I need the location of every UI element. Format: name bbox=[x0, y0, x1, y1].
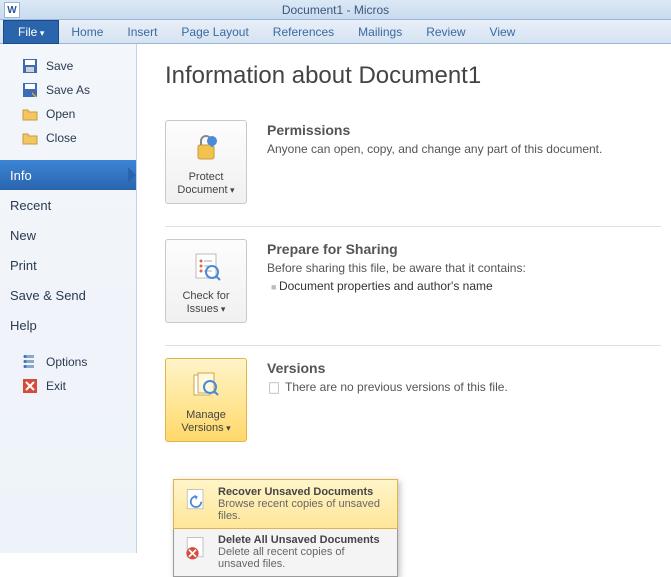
prepare-bullet: Document properties and author's name bbox=[271, 279, 661, 293]
sidebar-recent[interactable]: Recent bbox=[0, 190, 136, 220]
checklist-icon bbox=[190, 250, 222, 282]
sidebar-label: Open bbox=[46, 107, 75, 121]
sidebar-help[interactable]: Help bbox=[0, 310, 136, 340]
menu-desc: Browse recent copies of unsaved files. bbox=[218, 498, 389, 522]
sidebar-label: Help bbox=[10, 318, 37, 333]
section-permissions: ProtectDocument Permissions Anyone can o… bbox=[165, 108, 661, 226]
open-icon bbox=[22, 106, 38, 122]
tab-insert[interactable]: Insert bbox=[115, 21, 169, 43]
page-title: Information about Document1 bbox=[165, 62, 661, 90]
sidebar-label: Close bbox=[46, 131, 77, 145]
save-icon bbox=[22, 58, 38, 74]
section-title: Permissions bbox=[267, 122, 661, 138]
sidebar-options[interactable]: Options bbox=[0, 350, 136, 374]
app-icon-letter: W bbox=[7, 5, 16, 16]
sidebar-label: Recent bbox=[10, 198, 51, 213]
window-title: Document1 - Micros bbox=[282, 3, 389, 17]
versions-icon bbox=[190, 369, 222, 401]
tab-file[interactable]: File bbox=[3, 20, 59, 44]
sidebar-save[interactable]: Save bbox=[0, 54, 136, 78]
sidebar-open[interactable]: Open bbox=[0, 102, 136, 126]
tab-references[interactable]: References bbox=[261, 21, 346, 43]
tab-home[interactable]: Home bbox=[59, 21, 115, 43]
check-issues-button[interactable]: Check forIssues bbox=[165, 239, 247, 323]
sidebar-label: Print bbox=[10, 258, 37, 273]
tab-review[interactable]: Review bbox=[414, 21, 477, 43]
button-label-line1: Check for bbox=[182, 290, 229, 302]
recover-icon bbox=[182, 486, 210, 514]
sidebar-label: Save bbox=[46, 59, 73, 73]
menu-recover-unsaved[interactable]: Recover Unsaved Documents Browse recent … bbox=[173, 479, 398, 529]
sidebar-save-send[interactable]: Save & Send bbox=[0, 280, 136, 310]
section-title: Versions bbox=[267, 360, 661, 376]
manage-versions-button[interactable]: ManageVersions bbox=[165, 358, 247, 442]
sidebar-save-as[interactable]: Save As bbox=[0, 78, 136, 102]
exit-icon bbox=[22, 378, 38, 394]
info-panel: Information about Document1 ProtectDocum… bbox=[137, 44, 671, 553]
tab-view[interactable]: View bbox=[478, 21, 528, 43]
sidebar-info[interactable]: Info bbox=[0, 160, 136, 190]
sidebar-label: Save As bbox=[46, 83, 90, 97]
button-label-line2: Versions bbox=[181, 422, 230, 434]
button-label-line1: Protect bbox=[189, 171, 224, 183]
sidebar-label: Exit bbox=[46, 379, 66, 393]
section-title: Prepare for Sharing bbox=[267, 241, 661, 257]
document-icon bbox=[267, 381, 281, 395]
section-desc: There are no previous versions of this f… bbox=[267, 380, 661, 395]
manage-versions-dropdown: Recover Unsaved Documents Browse recent … bbox=[173, 479, 398, 577]
sidebar-close[interactable]: Close bbox=[0, 126, 136, 150]
versions-text: There are no previous versions of this f… bbox=[285, 380, 508, 394]
delete-icon bbox=[182, 534, 210, 562]
menu-title: Recover Unsaved Documents bbox=[218, 486, 389, 498]
sidebar-exit[interactable]: Exit bbox=[0, 374, 136, 398]
options-icon bbox=[22, 354, 38, 370]
menu-title: Delete All Unsaved Documents bbox=[218, 534, 389, 546]
sidebar-label: New bbox=[10, 228, 36, 243]
save-as-icon bbox=[22, 82, 38, 98]
button-label-line2: Issues bbox=[187, 303, 226, 315]
section-desc: Before sharing this file, be aware that … bbox=[267, 261, 661, 275]
window-titlebar: W Document1 - Micros bbox=[0, 0, 671, 20]
sidebar-label: Options bbox=[46, 355, 87, 369]
sidebar-new[interactable]: New bbox=[0, 220, 136, 250]
section-versions: ManageVersions Versions There are no pre… bbox=[165, 345, 661, 464]
tab-mailings[interactable]: Mailings bbox=[346, 21, 414, 43]
tab-page-layout[interactable]: Page Layout bbox=[169, 21, 260, 43]
button-label-line2: Document bbox=[177, 184, 234, 196]
ribbon-tabs: File Home Insert Page Layout References … bbox=[0, 20, 671, 44]
sidebar-print[interactable]: Print bbox=[0, 250, 136, 280]
menu-desc: Delete all recent copies of unsaved file… bbox=[218, 546, 389, 570]
section-desc: Anyone can open, copy, and change any pa… bbox=[267, 142, 661, 156]
menu-delete-unsaved[interactable]: Delete All Unsaved Documents Delete all … bbox=[174, 528, 397, 576]
backstage-sidebar: Save Save As Open Close Info Recent New … bbox=[0, 44, 137, 553]
app-icon: W bbox=[4, 2, 20, 18]
close-icon bbox=[22, 130, 38, 146]
lock-icon bbox=[190, 131, 222, 163]
sidebar-label: Save & Send bbox=[10, 288, 86, 303]
section-prepare: Check forIssues Prepare for Sharing Befo… bbox=[165, 226, 661, 345]
protect-document-button[interactable]: ProtectDocument bbox=[165, 120, 247, 204]
sidebar-label: Info bbox=[10, 168, 32, 183]
button-label-line1: Manage bbox=[186, 409, 226, 421]
